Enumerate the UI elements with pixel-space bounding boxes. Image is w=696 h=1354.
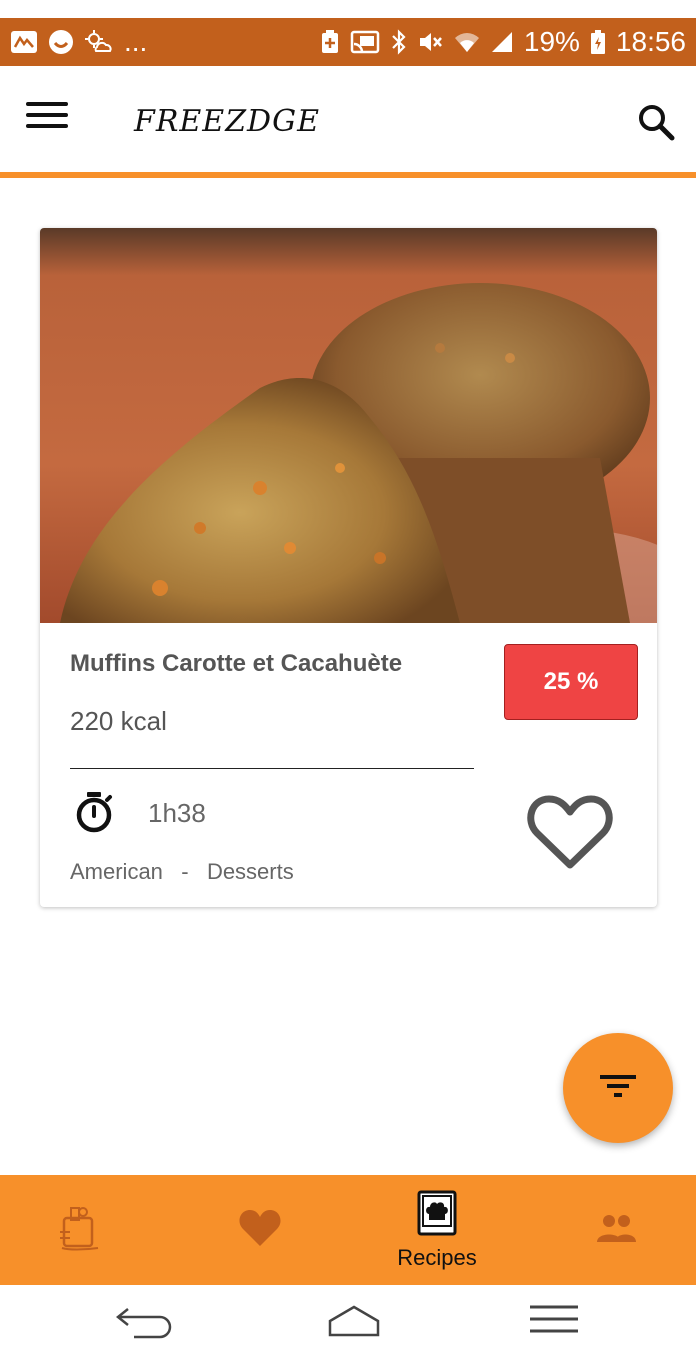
recipe-cuisine: American <box>70 859 163 884</box>
recipe-book-icon <box>416 1190 458 1241</box>
recipe-card[interactable]: Muffins Carotte et Cacahuète 220 kcal 1h… <box>40 228 657 907</box>
recipe-title: Muffins Carotte et Cacahuète <box>70 650 403 677</box>
people-icon <box>595 1212 637 1249</box>
heart-outline-icon[interactable] <box>527 793 613 873</box>
filter-icon <box>600 1073 636 1104</box>
signal-icon <box>490 30 514 54</box>
divider <box>70 768 474 769</box>
home-icon[interactable] <box>326 1299 382 1344</box>
bottom-nav: Recipes <box>0 1175 696 1285</box>
filter-fab[interactable] <box>563 1033 673 1143</box>
bluetooth-icon <box>390 29 408 55</box>
app-title: FREEZDGE <box>134 104 320 139</box>
more-notifications: ... <box>124 26 148 57</box>
recipe-category: Desserts <box>206 859 294 884</box>
cast-icon <box>350 30 380 54</box>
battery-percent: 19% <box>523 26 580 57</box>
system-nav-bar <box>0 1285 696 1354</box>
recipe-tags: American - Desserts <box>70 859 294 885</box>
weather-icon <box>84 29 114 55</box>
status-bar: ... 19% 18:56 <box>0 18 696 66</box>
top-strip <box>0 0 696 18</box>
battery-saver-icon <box>320 29 340 55</box>
hamburger-menu-icon[interactable] <box>26 102 68 136</box>
nav-item-favorites[interactable] <box>210 1175 310 1285</box>
nav-item-groceries[interactable] <box>30 1175 130 1285</box>
groceries-icon <box>54 1204 106 1257</box>
recipe-calories: 220 kcal <box>70 706 167 736</box>
nav-label-recipes: Recipes <box>397 1244 477 1270</box>
stopwatch-icon <box>72 790 116 834</box>
wifi-icon <box>454 30 480 54</box>
back-icon[interactable] <box>114 1299 178 1344</box>
nav-item-community[interactable] <box>566 1175 666 1285</box>
recipe-duration: 1h38 <box>148 798 206 828</box>
nav-item-recipes[interactable]: Recipes <box>377 1175 497 1285</box>
charging-icon <box>590 29 606 55</box>
heart-icon <box>238 1208 282 1253</box>
app-bar: FREEZDGE <box>0 66 696 178</box>
discount-badge: 25 % <box>504 644 638 720</box>
tag-separator: - <box>181 859 189 884</box>
app-notification-icon <box>10 30 38 54</box>
face-notification-icon <box>48 29 74 55</box>
search-icon[interactable] <box>636 102 676 142</box>
mute-icon <box>418 30 444 54</box>
recipe-photo <box>40 228 657 623</box>
clock: 18:56 <box>615 26 686 57</box>
recents-icon[interactable] <box>526 1299 582 1344</box>
